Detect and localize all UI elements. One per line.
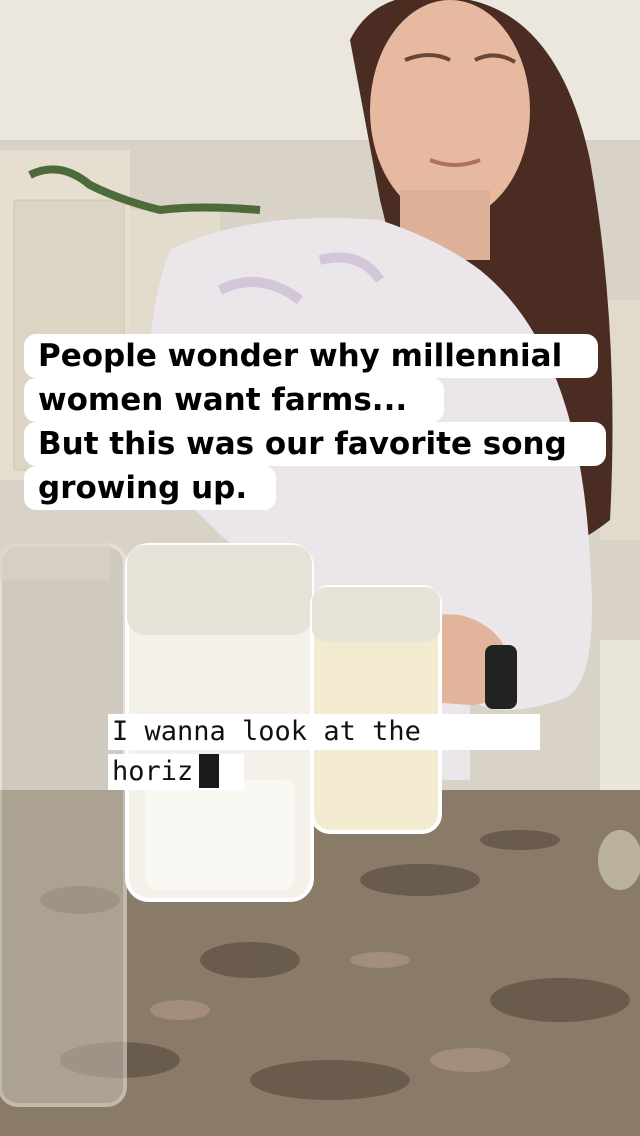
lyric-line-2: horiz [108, 753, 244, 790]
lyric-line-2-text: horiz [112, 756, 194, 787]
kitchen-scene-image [0, 0, 640, 1136]
typing-cursor [199, 753, 220, 788]
lyric-line-1: I wanna look at the [108, 714, 540, 750]
caption-line-4: growing up. [24, 466, 276, 510]
caption-line-2: women want farms... [24, 378, 444, 422]
caption-line-3: But this was our favorite song [24, 422, 606, 466]
caption-line-1: People wonder why millennial [24, 334, 598, 378]
video-frame [0, 0, 640, 1136]
